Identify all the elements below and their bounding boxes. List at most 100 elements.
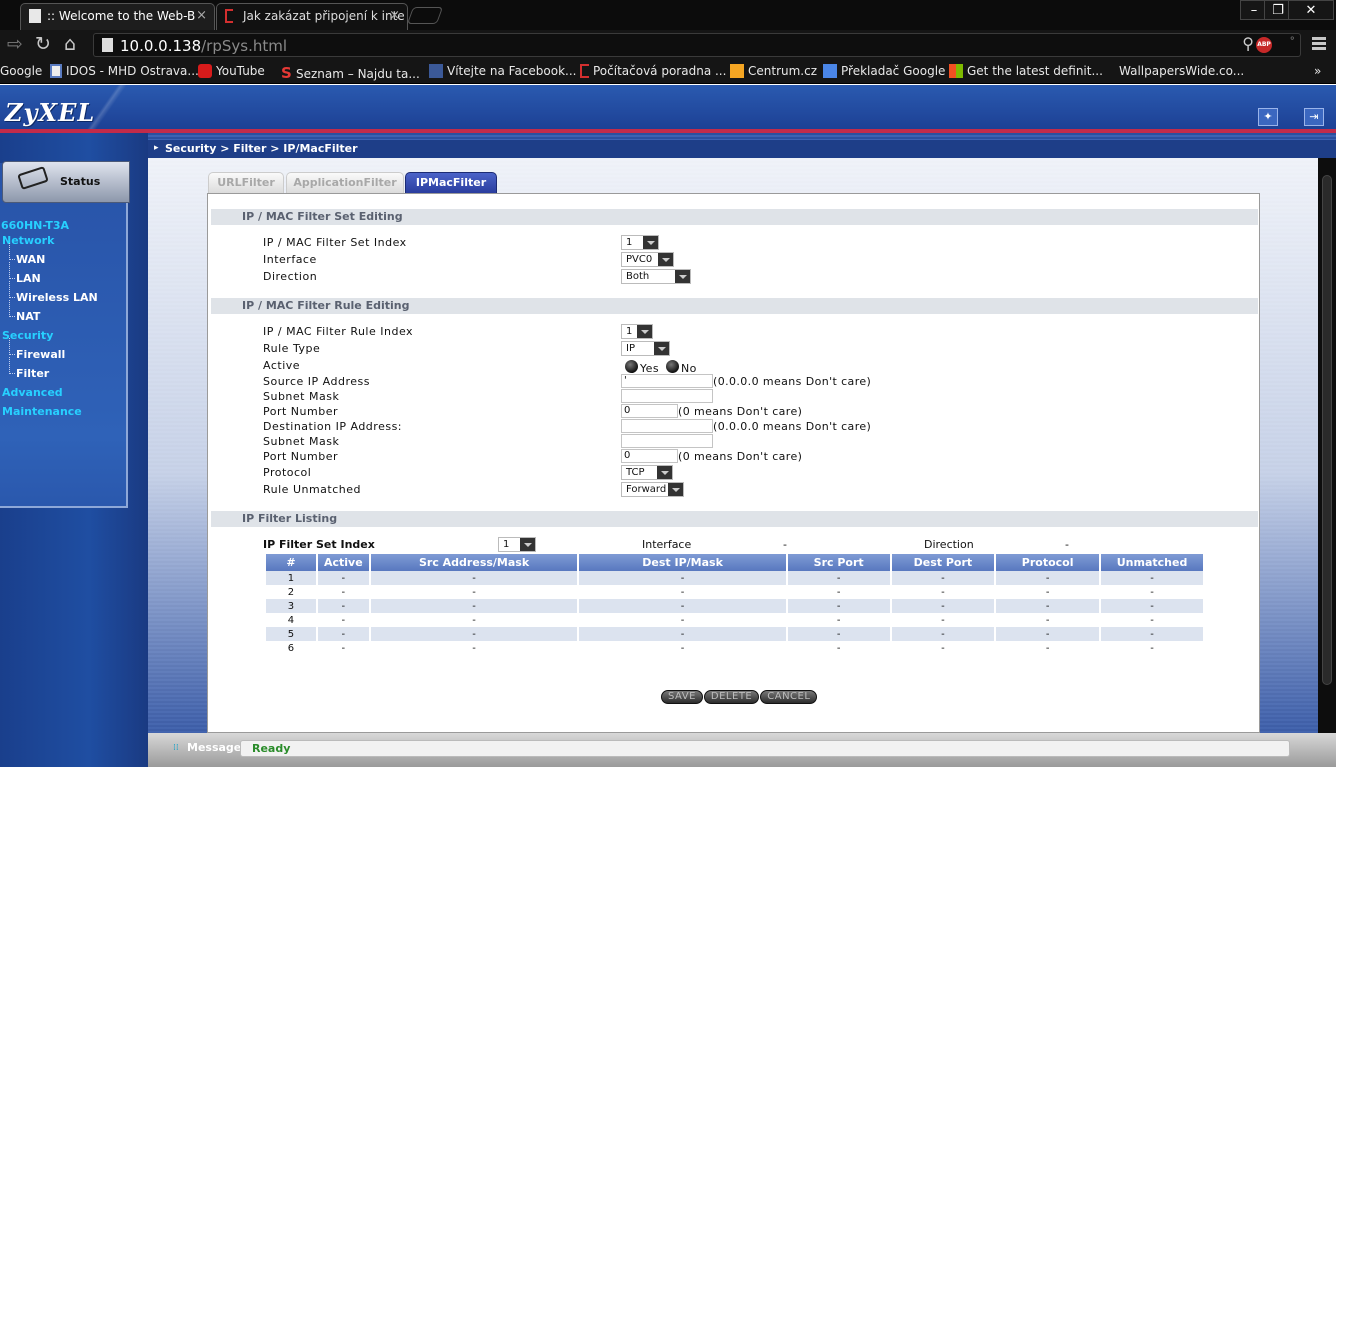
logout-icon[interactable]: ⇥ [1304, 108, 1324, 126]
table-cell: - [996, 599, 1100, 613]
bookmark-youtube[interactable]: YouTube [198, 64, 265, 78]
direction-select[interactable]: Both [621, 269, 691, 284]
table-cell: 6 [287, 642, 295, 654]
bookmark-poradna[interactable]: Počítačová poradna ... [580, 64, 726, 78]
sidebar-item-advanced[interactable]: Advanced [2, 386, 63, 399]
active-yes-radio[interactable] [625, 360, 638, 373]
page-icon [29, 9, 41, 23]
rule-unmatched-select[interactable]: Forward [621, 482, 684, 497]
table-cell: - [836, 586, 841, 598]
table-cell: - [472, 586, 476, 598]
column-header: Dest IP/Mask [579, 554, 786, 571]
table-cell: - [1101, 599, 1203, 613]
address-bar[interactable]: 10.0.0.138/rpSys.html ⚲ ABP ﹾ [93, 33, 1301, 57]
bookmark-centrum[interactable]: Centrum.cz [730, 64, 817, 78]
dst-ip-input[interactable] [621, 419, 713, 433]
close-icon[interactable]: × [389, 4, 400, 28]
chevron-down-icon [658, 253, 673, 266]
table-cell: - [341, 614, 346, 626]
browser-menu-icon[interactable] [1312, 37, 1326, 52]
bookmark-seznam[interactable]: S Seznam – Najdu ta... [281, 64, 420, 82]
src-port-hint: (0 means Don't care) [678, 405, 803, 418]
set-index-label: IP / MAC Filter Set Index [263, 236, 407, 249]
column-header: Src Address/Mask [370, 554, 578, 571]
home-icon[interactable]: ⌂ [64, 33, 76, 55]
direction-label: Direction [263, 270, 318, 283]
listing-direction-label: Direction [924, 538, 974, 551]
save-button[interactable]: SAVE [661, 690, 703, 704]
tab-urlfilter[interactable]: URLFilter [208, 172, 284, 193]
close-icon[interactable]: × [196, 4, 207, 28]
delete-button[interactable]: DELETE [703, 690, 760, 704]
rule-index-select[interactable]: 1 [621, 324, 653, 339]
bookmark-facebook[interactable]: Vítejte na Facebook... [429, 64, 576, 78]
table-cell: - [1045, 586, 1050, 598]
sidebar-item-wireless-lan[interactable]: Wireless LAN [9, 281, 98, 304]
wizard-icon[interactable]: ✦ [1258, 108, 1278, 126]
adblock-icon[interactable]: ABP [1256, 37, 1272, 53]
message-text: Ready [252, 742, 291, 755]
sidebar-item-filter[interactable]: Filter [8, 357, 49, 380]
action-buttons: SAVE DELETE CANCEL [661, 684, 818, 704]
listing-interface-label: Interface [642, 538, 692, 551]
sidebar-item-nat[interactable]: NAT [8, 300, 40, 323]
set-index-select[interactable]: 1 [621, 235, 659, 250]
section-ip-filter-listing: IP Filter Listing [211, 511, 1258, 527]
table-cell: - [472, 614, 476, 626]
browser-tab[interactable]: Jak zakázat připojení k inte × [216, 3, 408, 30]
table-row: 5------- [266, 627, 1203, 641]
scrollbar-thumb[interactable] [1322, 175, 1332, 685]
src-port-input[interactable]: 0 [621, 404, 678, 418]
section-title: IP / MAC Filter Rule Editing [242, 299, 410, 312]
table-cell: 3 [266, 599, 316, 613]
cancel-button[interactable]: CANCEL [760, 690, 818, 704]
extension-icon[interactable]: ﹾ [1290, 36, 1294, 50]
table-row: 6 - - - - - - - [266, 641, 1203, 655]
bookmark-translate[interactable]: Překladač Google [823, 64, 945, 78]
listing-set-index-select[interactable]: 1 [498, 537, 536, 552]
dst-port-input[interactable]: 0 [621, 449, 678, 463]
search-icon[interactable]: ⚲ [1242, 34, 1254, 53]
dst-mask-input[interactable] [621, 434, 713, 448]
protocol-select[interactable]: TCP [621, 465, 673, 480]
bookmarks-bar: Google IDOS - MHD Ostrava... YouTube S Se… [0, 60, 1336, 84]
protocol-label: Protocol [263, 466, 312, 479]
sidebar-item-firewall[interactable]: Firewall [8, 338, 65, 361]
table-cell: - [787, 571, 890, 585]
facebook-icon [429, 64, 443, 78]
new-tab-button[interactable] [406, 7, 444, 24]
bookmark-wallpapers[interactable]: WallpapersWide.co... [1119, 64, 1244, 78]
message-icon: ⁞⁞ [173, 743, 179, 753]
dst-ip-label: Destination IP Address: [263, 420, 403, 433]
forward-arrow-icon[interactable]: ⇨ [7, 33, 23, 55]
sidebar-item-wan[interactable]: WAN [8, 243, 45, 266]
screenshot: :: Welcome to the Web-B × Jak zakázat př… [0, 0, 1366, 1330]
interface-select[interactable]: PVC0 [621, 252, 674, 267]
table-cell: 5 [266, 627, 316, 641]
bookmark-google[interactable]: Google [0, 64, 42, 78]
sidebar-item-lan[interactable]: LAN [9, 262, 41, 285]
bookmarks-overflow[interactable]: » [1314, 64, 1321, 78]
table-cell: - [941, 642, 945, 654]
status-button[interactable]: Status [2, 161, 130, 203]
section-title: IP Filter Listing [242, 512, 338, 525]
src-ip-input[interactable]: ' [621, 374, 713, 388]
idos-icon [50, 64, 62, 78]
tab-applicationfilter[interactable]: ApplicationFilter [286, 172, 404, 193]
src-mask-input[interactable] [621, 389, 713, 403]
poradna-icon [580, 64, 589, 78]
bookmark-windows[interactable]: Get the latest definit... [949, 64, 1103, 78]
bookmark-idos[interactable]: IDOS - MHD Ostrava... [50, 64, 199, 78]
rule-type-select[interactable]: IP [621, 341, 670, 356]
dst-port-label: Port Number [263, 450, 338, 463]
poradna-icon [225, 9, 233, 23]
reload-icon[interactable]: ↻ [35, 33, 51, 55]
tab-ipmacfilter[interactable]: IPMacFilter [405, 172, 497, 193]
listing-interface-value: - [783, 538, 787, 551]
browser-tab-active[interactable]: :: Welcome to the Web-B × [20, 3, 215, 30]
sidebar-item-maintenance[interactable]: Maintenance [2, 405, 82, 418]
close-window-button[interactable]: ✕ [1288, 0, 1334, 20]
breadcrumb-arrow-icon: ▸ [154, 143, 159, 153]
active-no-radio[interactable] [666, 360, 679, 373]
table-cell: - [891, 599, 995, 613]
